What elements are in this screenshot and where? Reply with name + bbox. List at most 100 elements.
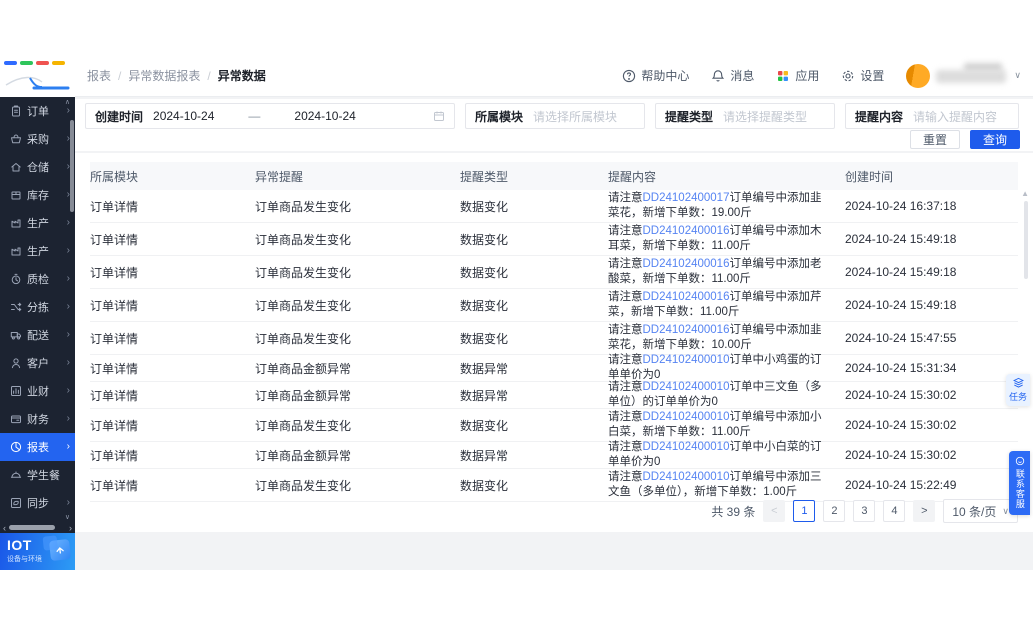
messages-button[interactable]: 消息 bbox=[711, 67, 754, 84]
logo-icon bbox=[4, 61, 65, 65]
sidebar-item-orders[interactable]: 订单 › bbox=[0, 97, 75, 125]
sidebar-scroll-up-icon[interactable]: ∧ bbox=[65, 98, 70, 106]
order-link[interactable]: DD24102400010 bbox=[643, 441, 730, 453]
search-button[interactable]: 查询 bbox=[969, 130, 1020, 149]
chevron-right-icon: › bbox=[66, 441, 70, 452]
breadcrumb: 报表 / 异常数据报表 / 异常数据 bbox=[87, 67, 266, 84]
pagination: 共 39 条 < 1234 > 10 条/页 ∨ bbox=[711, 499, 1018, 523]
table-panel: 所属模块 异常提醒 提醒类型 提醒内容 创建时间 订单详情 订单商品发生变化 数据变化 请注意… bbox=[75, 153, 1033, 532]
module-select[interactable]: 所属模块 请选择所属模块 bbox=[465, 103, 645, 129]
chevron-right-icon: › bbox=[66, 245, 70, 256]
table-scrollbar[interactable] bbox=[1024, 201, 1028, 279]
sync-icon bbox=[10, 497, 22, 509]
sidebar-item-finance[interactable]: 财务 › bbox=[0, 405, 75, 433]
chevron-right-icon: › bbox=[66, 413, 70, 424]
sidebar-item-production-1[interactable]: 生产 › bbox=[0, 209, 75, 237]
page-button-4[interactable]: 4 bbox=[883, 500, 906, 522]
cell-module: 订单详情 bbox=[90, 478, 139, 493]
table-body: 订单详情 订单商品发生变化 数据变化 请注意DD24102400017订单编号中添加韭… bbox=[90, 190, 1018, 502]
sidebar-item-label: 库存 bbox=[27, 190, 49, 202]
user-menu[interactable]: ∨ bbox=[906, 62, 1021, 88]
sidebar-item-inventory[interactable]: 库存 › bbox=[0, 181, 75, 209]
breadcrumb-abnormal-report[interactable]: 异常数据报表 bbox=[128, 67, 200, 84]
customer-service-float-tab[interactable]: 联系客服 bbox=[1009, 451, 1030, 515]
clipboard-icon bbox=[10, 105, 22, 117]
sidebar-item-production-2[interactable]: 生产 › bbox=[0, 237, 75, 265]
scroll-left-icon[interactable]: ‹ bbox=[3, 523, 6, 533]
chevron-right-icon: › bbox=[66, 105, 70, 116]
question-circle-icon bbox=[623, 69, 636, 82]
sidebar-item-sorting[interactable]: 分拣 › bbox=[0, 293, 75, 321]
table-row: 订单详情 订单商品发生变化 数据变化 请注意DD24102400016订单编号中添加木… bbox=[90, 223, 1018, 256]
order-link[interactable]: DD24102400016 bbox=[643, 291, 730, 303]
help-center-button[interactable]: 帮助中心 bbox=[622, 67, 689, 84]
sidebar-item-purchase[interactable]: 采购 › bbox=[0, 125, 75, 153]
cell-alert: 订单商品金额异常 bbox=[255, 361, 352, 376]
order-link[interactable]: DD24102400010 bbox=[643, 471, 730, 483]
cell-type: 数据变化 bbox=[460, 232, 509, 247]
logo-area bbox=[0, 55, 75, 97]
cell-module: 订单详情 bbox=[90, 418, 139, 433]
chevron-right-icon: › bbox=[66, 329, 70, 340]
sidebar-vertical-scrollbar[interactable] bbox=[70, 120, 74, 212]
chevron-right-icon: › bbox=[66, 301, 70, 312]
alert-type-select[interactable]: 提醒类型 请选择提醒类型 bbox=[655, 103, 835, 129]
cell-alert: 订单商品金额异常 bbox=[255, 388, 352, 403]
sidebar-item-quality[interactable]: 质检 › bbox=[0, 265, 75, 293]
sidebar-item-sync[interactable]: 同步 › bbox=[0, 489, 75, 517]
cell-time: 2024-10-24 15:30:02 bbox=[845, 388, 957, 402]
sidebar-item-customers[interactable]: 客户 › bbox=[0, 349, 75, 377]
cell-type: 数据异常 bbox=[460, 361, 509, 376]
order-link[interactable]: DD24102400016 bbox=[643, 225, 730, 237]
sidebar-menu: 订单 › 采购 › 仓储 › 库存 › 生产 › 生产 › 质检 › 分拣 › 配送 › 客户 › 业财 › 财务 › 报表 › 学… bbox=[0, 97, 75, 523]
sidebar-item-biz-finance[interactable]: 业财 › bbox=[0, 377, 75, 405]
order-link[interactable]: DD24102400016 bbox=[643, 258, 730, 270]
prev-page-button[interactable]: < bbox=[763, 500, 786, 522]
order-link[interactable]: DD24102400016 bbox=[643, 324, 730, 336]
page-button-3[interactable]: 3 bbox=[853, 500, 876, 522]
order-link[interactable]: DD24102400010 bbox=[643, 354, 730, 366]
sidebar-item-warehouse[interactable]: 仓储 › bbox=[0, 153, 75, 181]
sidebar-item-delivery[interactable]: 配送 › bbox=[0, 321, 75, 349]
iot-footer[interactable]: IOT 设备与环境 bbox=[0, 533, 75, 570]
sidebar-scroll-down-icon[interactable]: ∨ bbox=[65, 513, 70, 521]
alert-content-input[interactable]: 提醒内容 请输入提醒内容 bbox=[845, 103, 1019, 129]
table-row: 订单详情 订单商品金额异常 数据异常 请注意DD24102400010订单中三文鱼（多… bbox=[90, 381, 1018, 409]
basket-icon bbox=[10, 133, 22, 145]
cell-alert: 订单商品发生变化 bbox=[255, 478, 352, 493]
cell-content: 请注意DD24102400010订单中小鸡蛋的订单单价为0 bbox=[608, 354, 822, 381]
apps-button[interactable]: 应用 bbox=[776, 67, 819, 84]
sidebar-item-label: 客户 bbox=[27, 358, 49, 370]
sidebar-item-label: 分拣 bbox=[27, 302, 49, 314]
screen: 订单 › 采购 › 仓储 › 库存 › 生产 › 生产 › 质检 › 分拣 › 配送 › 客户 › 业财 › 财务 › 报表 › 学… bbox=[0, 0, 1033, 622]
next-page-button[interactable]: > bbox=[913, 500, 936, 522]
date-range-field[interactable]: 创建时间 2024-10-24 — 2024-10-24 bbox=[85, 103, 455, 129]
truck-icon bbox=[10, 329, 22, 341]
chevron-right-icon: › bbox=[66, 217, 70, 228]
breadcrumb-reports[interactable]: 报表 bbox=[87, 67, 111, 84]
date-start-value: 2024-10-24 bbox=[153, 109, 215, 123]
page-button-2[interactable]: 2 bbox=[823, 500, 846, 522]
sidebar-item-reports[interactable]: 报表 › bbox=[0, 433, 75, 461]
page-button-1[interactable]: 1 bbox=[793, 500, 816, 522]
cell-module: 订单详情 bbox=[90, 448, 139, 463]
scrollbar-thumb[interactable] bbox=[9, 525, 55, 530]
table-row: 订单详情 订单商品发生变化 数据变化 请注意DD24102400010订单编号中添加小… bbox=[90, 409, 1018, 442]
scroll-right-icon[interactable]: › bbox=[69, 523, 72, 533]
settings-button[interactable]: 设置 bbox=[841, 67, 884, 84]
avatar bbox=[906, 63, 931, 88]
sidebar-item-student-meal[interactable]: 学生餐 bbox=[0, 461, 75, 489]
table-scroll-up-icon[interactable]: ▲ bbox=[1021, 189, 1029, 198]
reset-button[interactable]: 重置 bbox=[909, 130, 960, 149]
page-size-select[interactable]: 10 条/页 ∨ bbox=[943, 499, 1018, 523]
cell-alert: 订单商品发生变化 bbox=[255, 331, 352, 346]
iot-device-icon bbox=[49, 539, 71, 561]
filter-panel: 创建时间 2024-10-24 — 2024-10-24 所属模块 请选择所属模… bbox=[75, 99, 1033, 151]
order-link[interactable]: DD24102400017 bbox=[643, 192, 730, 204]
order-link[interactable]: DD24102400010 bbox=[643, 411, 730, 423]
username-blurred bbox=[936, 62, 1008, 84]
cell-time: 2024-10-24 15:49:18 bbox=[845, 232, 957, 246]
task-float-tab[interactable]: 任务 bbox=[1006, 374, 1030, 406]
order-link[interactable]: DD24102400010 bbox=[643, 381, 730, 393]
sidebar-item-label: 质检 bbox=[27, 274, 49, 286]
